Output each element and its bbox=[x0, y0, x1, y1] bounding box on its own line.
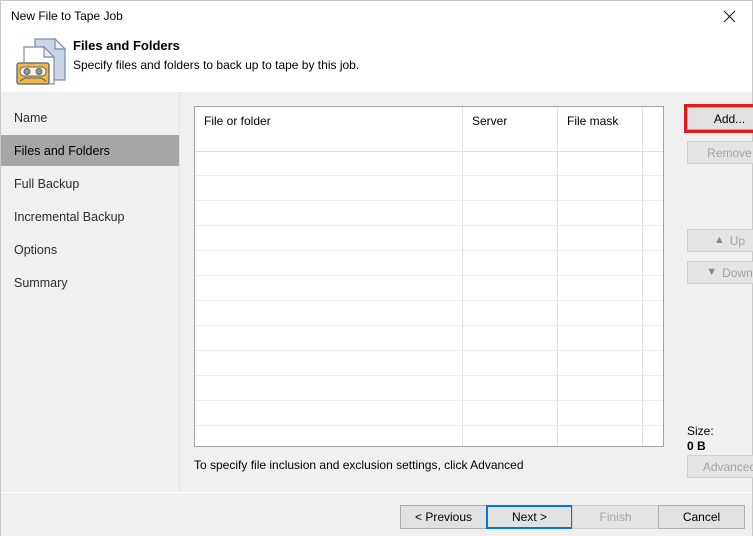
advanced-button[interactable]: Advanced bbox=[687, 455, 753, 478]
sidebar-item-label: Summary bbox=[14, 275, 68, 290]
next-button-label: Next > bbox=[511, 510, 547, 524]
size-label: Size: bbox=[687, 424, 714, 438]
column-header-label: Server bbox=[472, 114, 508, 128]
wizard-content: File or folder Server File mask To speci… bbox=[180, 92, 753, 492]
sidebar-item-incremental-backup[interactable]: Incremental Backup bbox=[1, 201, 179, 232]
dialog-footer: < Previous Next > Finish Cancel bbox=[1, 492, 752, 536]
arrow-up-icon: ▲ bbox=[713, 234, 725, 246]
column-header-label: File mask bbox=[567, 114, 619, 128]
sidebar-item-files-and-folders[interactable]: Files and Folders bbox=[1, 135, 179, 166]
sidebar-item-label: Incremental Backup bbox=[14, 209, 125, 224]
table-row[interactable] bbox=[195, 226, 663, 251]
add-button-label: Add... bbox=[713, 111, 746, 126]
table-body bbox=[195, 151, 663, 446]
dialog-window: New File to Tape Job Files and Folders S… bbox=[0, 0, 753, 536]
table-row[interactable] bbox=[195, 276, 663, 301]
wizard-sidebar: Name Files and Folders Full Backup Incre… bbox=[1, 92, 180, 492]
move-up-button-label: Up bbox=[729, 233, 746, 248]
table-row[interactable] bbox=[195, 351, 663, 376]
size-value: 0 B bbox=[687, 439, 706, 453]
table-row[interactable] bbox=[195, 401, 663, 426]
window-title: New File to Tape Job bbox=[11, 9, 123, 23]
finish-button-label: Finish bbox=[599, 510, 632, 524]
remove-button-label: Remove bbox=[707, 145, 752, 160]
column-header-file-or-folder[interactable]: File or folder bbox=[195, 107, 462, 151]
table-header-row: File or folder Server File mask bbox=[195, 107, 663, 152]
table-row[interactable] bbox=[195, 326, 663, 351]
column-header-spacer[interactable] bbox=[642, 107, 663, 151]
previous-button-label: < Previous bbox=[414, 510, 473, 524]
previous-button[interactable]: < Previous bbox=[400, 505, 487, 529]
move-down-button-label: Down bbox=[722, 265, 753, 280]
move-down-button[interactable]: ▼ Down bbox=[687, 261, 753, 284]
next-button[interactable]: Next > bbox=[486, 505, 573, 529]
close-glyph bbox=[723, 10, 736, 22]
move-up-button[interactable]: ▲ Up bbox=[687, 229, 753, 252]
sidebar-item-options[interactable]: Options bbox=[1, 234, 179, 265]
cancel-button[interactable]: Cancel bbox=[658, 505, 745, 529]
table-row[interactable] bbox=[195, 176, 663, 201]
advanced-button-label: Advanced bbox=[702, 459, 753, 474]
column-header-label: File or folder bbox=[204, 114, 271, 128]
table-row[interactable] bbox=[195, 251, 663, 276]
dialog-header: Files and Folders Specify files and fold… bbox=[1, 32, 752, 92]
table-row[interactable] bbox=[195, 151, 663, 176]
page-title: Files and Folders bbox=[73, 38, 180, 53]
advanced-hint-text: To specify file inclusion and exclusion … bbox=[194, 458, 524, 472]
sidebar-item-summary[interactable]: Summary bbox=[1, 267, 179, 298]
title-bar: New File to Tape Job bbox=[1, 1, 752, 32]
close-icon[interactable] bbox=[707, 1, 752, 31]
table-row[interactable] bbox=[195, 201, 663, 226]
tape-files-icon bbox=[15, 36, 71, 88]
table-row[interactable] bbox=[195, 376, 663, 401]
column-header-file-mask[interactable]: File mask bbox=[557, 107, 642, 151]
cancel-button-label: Cancel bbox=[682, 510, 721, 524]
arrow-down-icon: ▼ bbox=[706, 266, 718, 278]
sidebar-item-name[interactable]: Name bbox=[1, 102, 179, 133]
finish-button[interactable]: Finish bbox=[572, 505, 659, 529]
sidebar-item-label: Name bbox=[14, 110, 48, 125]
remove-button[interactable]: Remove bbox=[687, 141, 753, 164]
page-subtitle: Specify files and folders to back up to … bbox=[73, 58, 360, 72]
table-row[interactable] bbox=[195, 426, 663, 446]
sidebar-item-label: Full Backup bbox=[14, 176, 80, 191]
dialog-body: Name Files and Folders Full Backup Incre… bbox=[1, 92, 753, 492]
sidebar-item-label: Options bbox=[14, 242, 58, 257]
files-and-folders-list[interactable]: File or folder Server File mask bbox=[194, 106, 664, 447]
add-button[interactable]: Add... bbox=[684, 104, 753, 133]
sidebar-item-label: Files and Folders bbox=[14, 143, 110, 158]
column-header-server[interactable]: Server bbox=[462, 107, 557, 151]
table-row[interactable] bbox=[195, 301, 663, 326]
sidebar-item-full-backup[interactable]: Full Backup bbox=[1, 168, 179, 199]
